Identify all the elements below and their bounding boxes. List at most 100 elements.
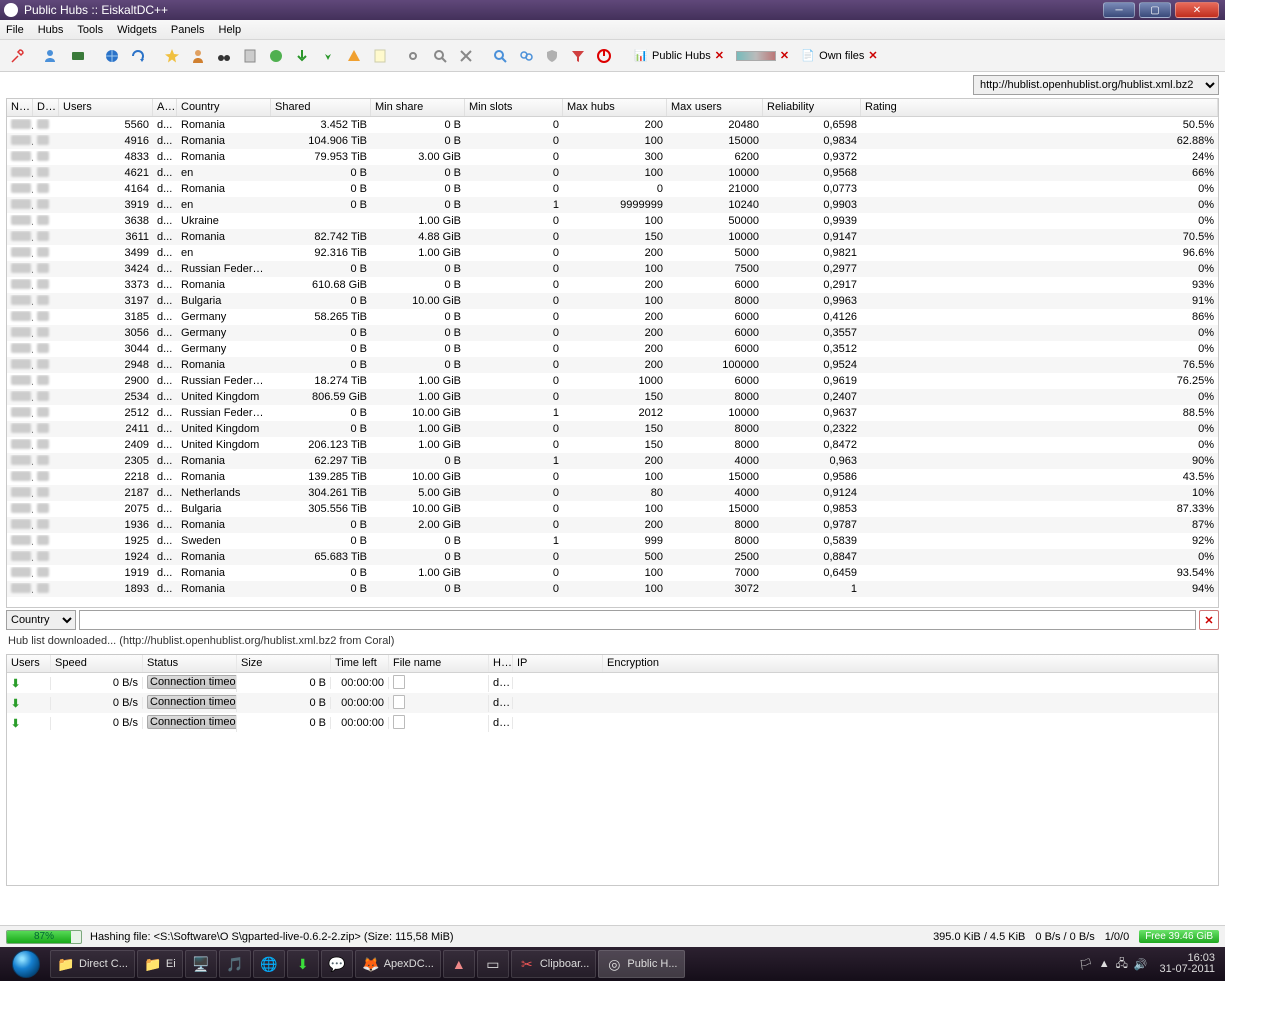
tray-clock[interactable]: 16:03 31-07-2011 xyxy=(1154,953,1221,975)
table-row[interactable]: 2075d...Bulgaria305.556 TiB10.00 GiB0100… xyxy=(7,501,1218,517)
menu-tools[interactable]: Tools xyxy=(77,24,103,36)
maximize-button[interactable]: ▢ xyxy=(1139,2,1171,18)
taskbar-pinned[interactable]: ▲ xyxy=(443,950,475,978)
xcol-filename[interactable]: File name xyxy=(389,655,489,672)
tool-note-icon[interactable] xyxy=(368,44,392,68)
tool-queue-icon[interactable] xyxy=(238,44,262,68)
taskbar-pinned[interactable]: 🎵 xyxy=(219,950,251,978)
table-row[interactable]: 2305d...Romania62.297 TiB0 B120040000,96… xyxy=(7,453,1218,469)
table-row[interactable]: 2948d...Romania0 B0 B02001000000,952476.… xyxy=(7,357,1218,373)
tool-power-icon[interactable] xyxy=(592,44,616,68)
table-row[interactable]: 3499d...en92.316 TiB1.00 GiB020050000,98… xyxy=(7,245,1218,261)
table-row[interactable]: 3056d...Germany0 B0 B020060000,35570% xyxy=(7,325,1218,341)
filter-input[interactable] xyxy=(79,610,1196,630)
table-row[interactable]: 3197d...Bulgaria0 B10.00 GiB010080000,99… xyxy=(7,293,1218,309)
tool-search-icon[interactable] xyxy=(428,44,452,68)
menu-file[interactable]: File xyxy=(6,24,24,36)
tool-x-icon[interactable] xyxy=(454,44,478,68)
tool-globe2-icon[interactable] xyxy=(264,44,288,68)
tool-person-icon[interactable] xyxy=(186,44,210,68)
table-row[interactable]: 5560d...Romania3.452 TiB0 B0200204800,65… xyxy=(7,117,1218,133)
tool-shield-icon[interactable] xyxy=(540,44,564,68)
table-row[interactable]: 3373d...Romania610.68 GiB0 B020060000,29… xyxy=(7,277,1218,293)
table-row[interactable]: 1936d...Romania0 B2.00 GiB020080000,9787… xyxy=(7,517,1218,533)
table-row[interactable]: 3044d...Germany0 B0 B020060000,35120% xyxy=(7,341,1218,357)
tool-binoculars-icon[interactable] xyxy=(212,44,236,68)
tool-percent-icon[interactable] xyxy=(66,44,90,68)
close-icon[interactable]: ✕ xyxy=(715,49,724,62)
xcol-host[interactable]: Hos xyxy=(489,655,513,672)
table-row[interactable]: ⬇0 B/sConnection timeout0 B00:00:00d... xyxy=(7,713,1218,733)
close-icon[interactable]: ✕ xyxy=(868,49,877,62)
col-maxusers[interactable]: Max users xyxy=(667,99,763,116)
table-row[interactable]: ⬇0 B/sConnection timeout0 B00:00:00d... xyxy=(7,673,1218,693)
tool-globe-icon[interactable] xyxy=(100,44,124,68)
table-row[interactable]: 1924d...Romania65.683 TiB0 B050025000,88… xyxy=(7,549,1218,565)
table-row[interactable]: 1925d...Sweden0 B0 B199980000,583992% xyxy=(7,533,1218,549)
minimize-button[interactable]: ─ xyxy=(1103,2,1135,18)
xcol-timeleft[interactable]: Time left xyxy=(331,655,389,672)
filter-clear-button[interactable]: ✕ xyxy=(1199,610,1219,630)
taskbar-item[interactable]: 🦊ApexDC... xyxy=(355,950,441,978)
tool-down-arrow-icon[interactable] xyxy=(290,44,314,68)
table-row[interactable]: 2218d...Romania139.285 TiB10.00 GiB01001… xyxy=(7,469,1218,485)
taskbar-item[interactable]: 📁Direct C... xyxy=(50,950,135,978)
taskbar-pinned[interactable]: 💬 xyxy=(321,950,353,978)
tray-arrow-icon[interactable]: ▲ xyxy=(1099,958,1110,970)
menu-help[interactable]: Help xyxy=(219,24,242,36)
tool-zoom2-icon[interactable] xyxy=(514,44,538,68)
menu-panels[interactable]: Panels xyxy=(171,24,205,36)
tray-flag-icon[interactable]: 🏳 xyxy=(1079,958,1093,971)
table-row[interactable]: 4833d...Romania79.953 TiB3.00 GiB0300620… xyxy=(7,149,1218,165)
table-row[interactable]: 4916d...Romania104.906 TiB0 B0100150000,… xyxy=(7,133,1218,149)
menu-hubs[interactable]: Hubs xyxy=(38,24,64,36)
taskbar-pinned[interactable]: ▭ xyxy=(477,950,509,978)
tool-warning-icon[interactable] xyxy=(342,44,366,68)
tool-zoom-icon[interactable] xyxy=(488,44,512,68)
tool-star-icon[interactable] xyxy=(160,44,184,68)
table-row[interactable]: 3611d...Romania82.742 TiB4.88 GiB0150100… xyxy=(7,229,1218,245)
tray-speaker-icon[interactable]: 🔊 xyxy=(1134,958,1148,971)
tool-wrench-icon[interactable] xyxy=(6,44,30,68)
table-row[interactable]: 1893d...Romania0 B0 B01003072194% xyxy=(7,581,1218,597)
table-row[interactable]: 2187d...Netherlands304.261 TiB5.00 GiB08… xyxy=(7,485,1218,501)
hublist-url-select[interactable]: http://hublist.openhublist.org/hublist.x… xyxy=(973,75,1219,95)
col-shared[interactable]: Shared xyxy=(271,99,371,116)
close-button[interactable]: ✕ xyxy=(1175,2,1219,18)
tool-users-icon[interactable] xyxy=(40,44,64,68)
table-row[interactable]: 2411d...United Kingdom0 B1.00 GiB0150800… xyxy=(7,421,1218,437)
tool-filter-icon[interactable] xyxy=(566,44,590,68)
menu-widgets[interactable]: Widgets xyxy=(117,24,157,36)
col-address[interactable]: Adc xyxy=(153,99,177,116)
col-rating[interactable]: Rating xyxy=(861,99,1218,116)
table-row[interactable]: ⬇0 B/sConnection timeout0 B00:00:00d... xyxy=(7,693,1218,713)
col-name[interactable]: Nar xyxy=(7,99,33,116)
tool-link-icon[interactable] xyxy=(402,44,426,68)
table-row[interactable]: 2900d...Russian Federat...18.274 TiB1.00… xyxy=(7,373,1218,389)
col-minslots[interactable]: Min slots xyxy=(465,99,563,116)
taskbar-item[interactable]: ✂Clipboar... xyxy=(511,950,597,978)
table-row[interactable]: 2534d...United Kingdom806.59 GiB1.00 GiB… xyxy=(7,389,1218,405)
table-row[interactable]: 4164d...Romania0 B0 B00210000,07730% xyxy=(7,181,1218,197)
taskbar-pinned[interactable]: ⬇ xyxy=(287,950,319,978)
close-icon[interactable]: ✕ xyxy=(780,49,789,62)
taskbar-pinned[interactable]: 🖥️ xyxy=(185,950,217,978)
table-row[interactable]: 2512d...Russian Federat...0 B10.00 GiB12… xyxy=(7,405,1218,421)
tray-net-icon[interactable]: 🖧 xyxy=(1116,955,1128,974)
col-users[interactable]: Users xyxy=(59,99,153,116)
tab-public-hubs[interactable]: 📊 Public Hubs ✕ xyxy=(634,49,724,63)
tab-middle[interactable]: ✕ xyxy=(736,49,789,62)
xcol-status[interactable]: Status xyxy=(143,655,237,672)
col-reliability[interactable]: Reliability xyxy=(763,99,861,116)
table-row[interactable]: 3424d...Russian Federat...0 B0 B01007500… xyxy=(7,261,1218,277)
col-description[interactable]: Des xyxy=(33,99,59,116)
table-row[interactable]: 1919d...Romania0 B1.00 GiB010070000,6459… xyxy=(7,565,1218,581)
xcol-ip[interactable]: IP xyxy=(513,655,603,672)
table-row[interactable]: 3185d...Germany58.265 TiB0 B020060000,41… xyxy=(7,309,1218,325)
taskbar-item[interactable]: 📁Ei xyxy=(137,950,183,978)
xcol-encryption[interactable]: Encryption xyxy=(603,655,1218,672)
start-button[interactable] xyxy=(4,949,48,979)
xcol-speed[interactable]: Speed xyxy=(51,655,143,672)
taskbar-item-active[interactable]: ◎Public H... xyxy=(598,950,684,978)
col-minshare[interactable]: Min share xyxy=(371,99,465,116)
